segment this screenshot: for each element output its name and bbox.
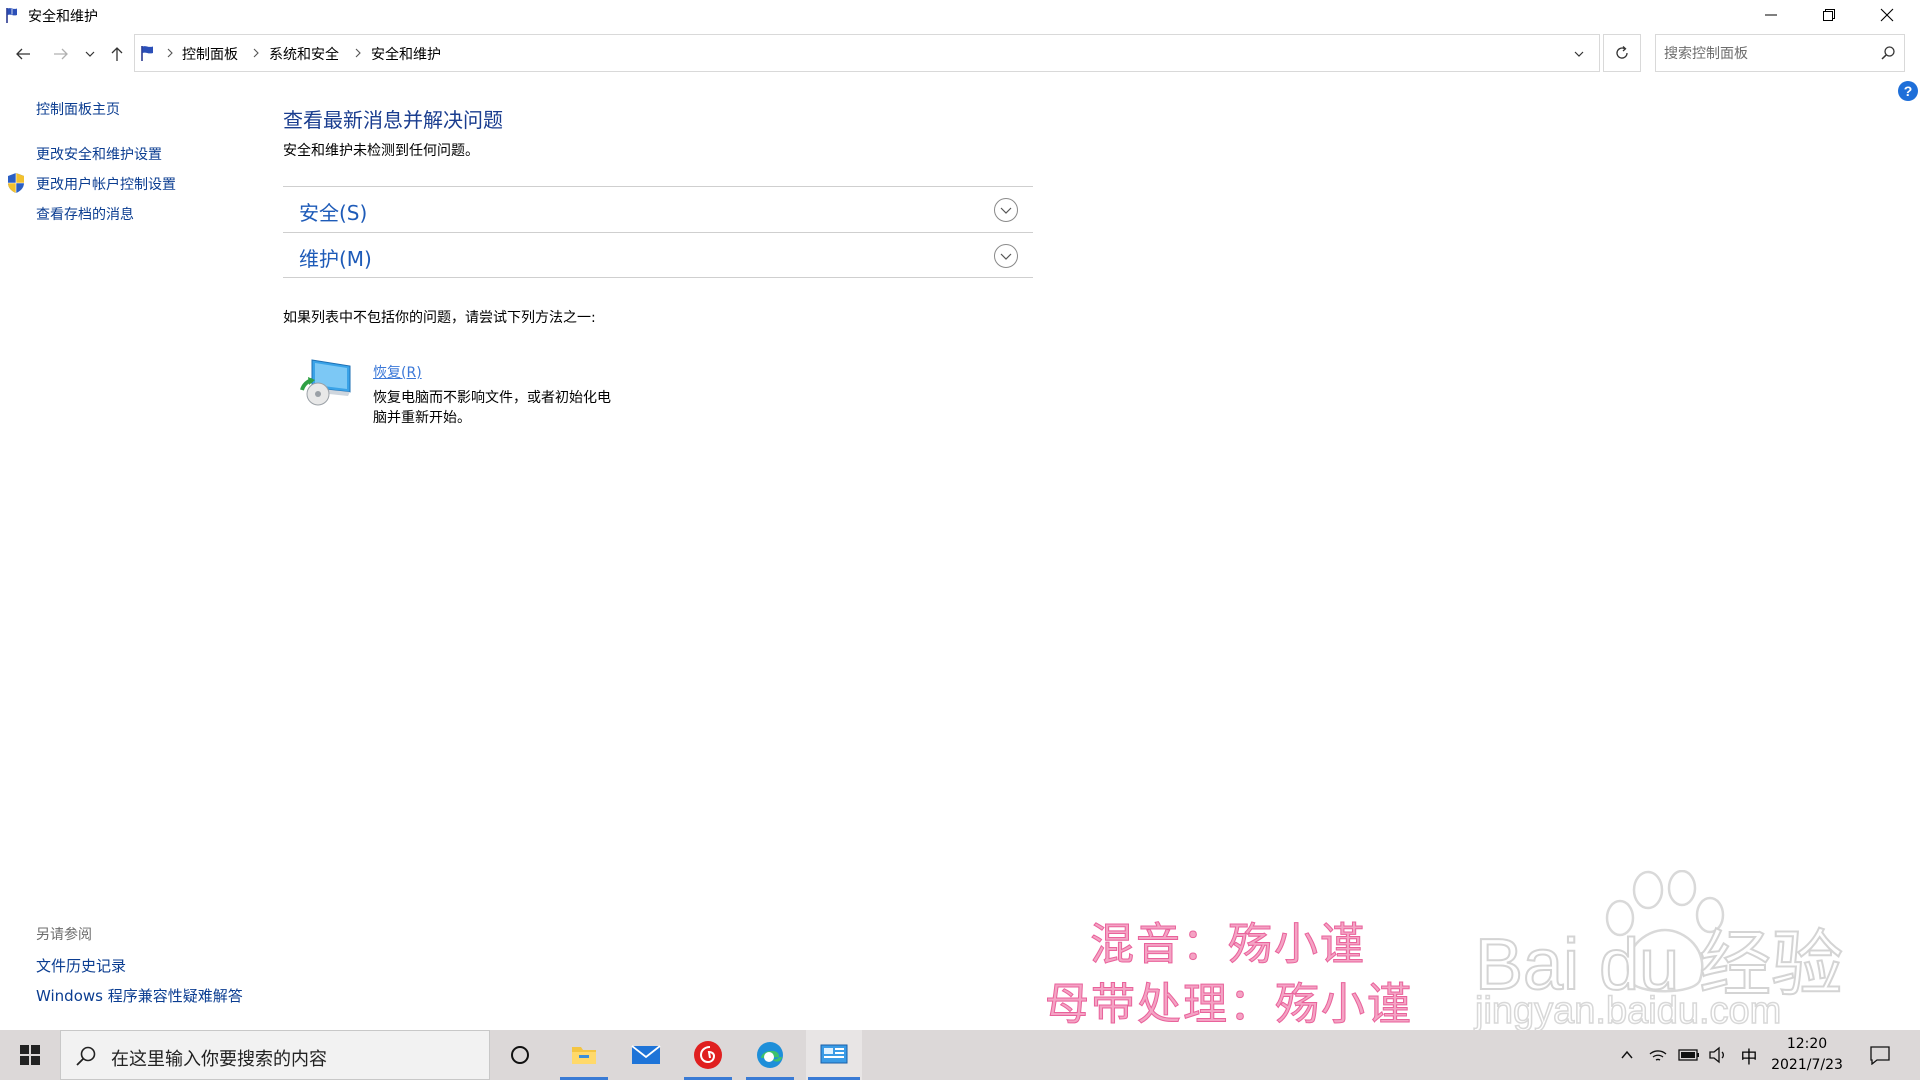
control-panel-taskbar-button[interactable]	[806, 1030, 862, 1080]
control-panel-window: 安全和维护 控制面板 系统和安全 安全和维护 搜索控制面板 ? 控制面板主页 更…	[0, 0, 1920, 1033]
watermark-master-credit: 母带处理：殇小谨	[1045, 979, 1413, 1031]
page-title: 查看最新消息并解决问题	[283, 108, 503, 132]
navigation-bar: 控制面板 系统和安全 安全和维护	[0, 34, 1920, 74]
ime-indicator[interactable]: 中	[1736, 1044, 1762, 1068]
address-dropdown-button[interactable]	[1567, 43, 1591, 65]
title-bar: 安全和维护	[0, 0, 1920, 30]
show-hidden-icons-button[interactable]	[1616, 1044, 1638, 1066]
refresh-button[interactable]	[1603, 34, 1641, 72]
minimize-button[interactable]	[1742, 0, 1800, 30]
section-title[interactable]: 维护(M)	[299, 243, 372, 272]
search-box[interactable]	[1655, 34, 1905, 72]
breadcrumb-system-security[interactable]: 系统和安全	[269, 44, 339, 64]
notification-icon	[1870, 1046, 1890, 1065]
refresh-icon	[1616, 46, 1628, 59]
speaker-icon	[1709, 1046, 1724, 1064]
window-title: 安全和维护	[28, 9, 98, 25]
file-explorer-taskbar-button[interactable]	[558, 1030, 610, 1080]
section-title[interactable]: 安全(S)	[299, 197, 367, 226]
minimize-icon	[1765, 14, 1777, 16]
mail-taskbar-button[interactable]	[620, 1030, 672, 1080]
view-archived-messages-link[interactable]: 查看存档的消息	[36, 204, 134, 224]
folder-icon	[572, 1047, 596, 1064]
close-button[interactable]	[1858, 0, 1916, 30]
maintenance-section[interactable]: 维护(M)	[283, 232, 1033, 278]
taskbar-search-box[interactable]: 在这里输入你要搜索的内容	[60, 1030, 490, 1080]
clock-time[interactable]: 12:20	[1777, 1036, 1837, 1052]
edge-taskbar-button[interactable]	[744, 1030, 796, 1080]
compatibility-troubleshooter-link[interactable]: Windows 程序兼容性疑难解答	[36, 985, 243, 1006]
help-icon[interactable]: ?	[1898, 81, 1918, 101]
cortana-circle-icon	[511, 1046, 529, 1064]
back-button[interactable]	[10, 42, 36, 66]
expand-chevron-icon[interactable]	[993, 197, 1019, 223]
restore-button[interactable]	[1800, 0, 1858, 30]
file-history-link[interactable]: 文件历史记录	[36, 955, 126, 976]
breadcrumb-security-maintenance[interactable]: 安全和维护	[371, 44, 441, 64]
recovery-icon	[300, 359, 351, 406]
try-methods-text: 如果列表中不包括你的问题，请尝试下列方法之一:	[283, 310, 596, 326]
recent-locations-button[interactable]	[80, 42, 100, 66]
battery-icon	[1678, 1049, 1699, 1061]
chevron-down-icon	[1574, 51, 1584, 57]
search-icon	[1881, 46, 1895, 60]
chevron-right-icon	[355, 48, 361, 58]
change-uac-settings-link[interactable]: 更改用户帐户控制设置	[36, 174, 176, 194]
mail-icon	[631, 1045, 661, 1064]
recovery-link[interactable]: 恢复(R)	[373, 362, 422, 382]
flag-icon	[6, 8, 17, 23]
search-input[interactable]	[1664, 43, 1864, 65]
ime-label: 中	[1740, 1047, 1758, 1068]
control-panel-icon	[820, 1044, 848, 1064]
taskbar: 在这里输入你要搜索的内容 中 12:20 2021/7/23	[0, 1030, 1920, 1080]
restore-icon	[1823, 9, 1835, 21]
clock-date[interactable]: 2021/7/23	[1762, 1057, 1852, 1073]
flag-icon	[141, 46, 153, 61]
netease-music-taskbar-button[interactable]	[682, 1030, 734, 1080]
windows-logo-icon	[20, 1045, 40, 1065]
start-button[interactable]	[0, 1030, 60, 1080]
breadcrumb-control-panel[interactable]: 控制面板	[182, 44, 238, 64]
security-section[interactable]: 安全(S)	[283, 186, 1033, 232]
action-center-button[interactable]	[1866, 1044, 1894, 1066]
up-arrow-icon	[111, 47, 123, 61]
forward-arrow-icon	[54, 48, 68, 60]
battery-tray-button[interactable]	[1676, 1044, 1702, 1066]
see-also-heading: 另请参阅	[36, 927, 92, 943]
baidu-url-watermark: jingyan.baidu.com	[1474, 989, 1782, 1033]
edge-browser-icon	[757, 1042, 783, 1068]
up-button[interactable]	[104, 42, 130, 66]
search-icon	[76, 1046, 96, 1066]
network-tray-button[interactable]	[1646, 1044, 1670, 1066]
taskbar-search-placeholder: 在这里输入你要搜索的内容	[111, 1049, 327, 1070]
recovery-description: 恢复电脑而不影响文件，或者初始化电脑并重新开始。	[373, 390, 611, 426]
netease-music-icon	[694, 1041, 722, 1069]
watermark-mix-credit: 混音：殇小谨	[1090, 919, 1366, 971]
uac-shield-icon	[8, 173, 24, 193]
expand-chevron-icon[interactable]	[993, 243, 1019, 269]
forward-button[interactable]	[48, 42, 74, 66]
chevron-up-icon	[1621, 1050, 1633, 1059]
address-bar[interactable]: 控制面板 系统和安全 安全和维护	[134, 34, 1600, 72]
status-message: 安全和维护未检测到任何问题。	[283, 143, 479, 159]
wifi-icon	[1649, 1050, 1667, 1061]
task-view-button[interactable]	[494, 1030, 546, 1080]
close-icon	[1880, 8, 1894, 22]
chevron-right-icon	[167, 48, 173, 58]
change-security-settings-link[interactable]: 更改安全和维护设置	[36, 144, 162, 164]
chevron-right-icon	[253, 48, 259, 58]
control-panel-home-link[interactable]: 控制面板主页	[36, 99, 120, 119]
back-arrow-icon	[16, 48, 30, 60]
chevron-down-icon	[85, 51, 95, 57]
volume-tray-button[interactable]	[1706, 1044, 1730, 1066]
